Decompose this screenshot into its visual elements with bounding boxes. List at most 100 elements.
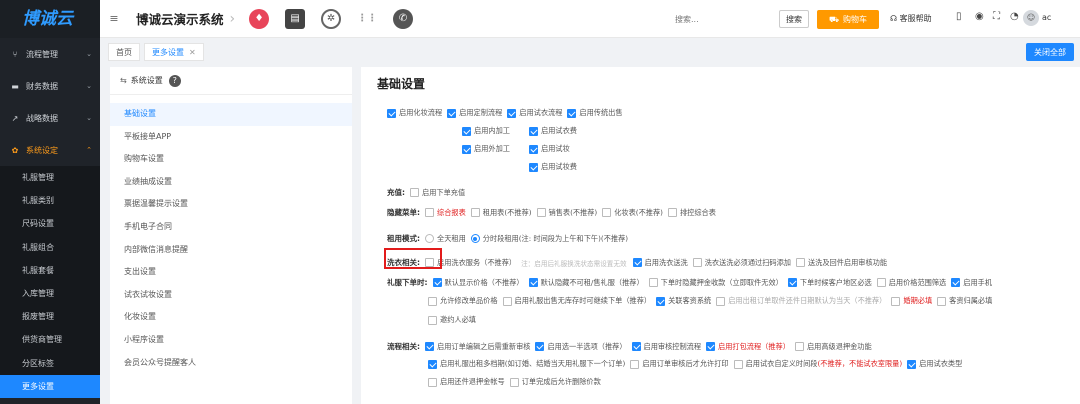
target-icon[interactable]: ◉ bbox=[975, 11, 984, 22]
submenu-item[interactable]: 礼服组合 bbox=[0, 236, 100, 259]
option-tryon-makeup-fee[interactable]: 启用试妆费 bbox=[529, 162, 577, 172]
nav-item[interactable]: 会员公众号提醒客人 bbox=[110, 352, 352, 375]
close-icon[interactable]: ✕ bbox=[189, 48, 196, 57]
checkbox[interactable] bbox=[470, 208, 480, 217]
cart-button[interactable]: ⛟ 购物车 bbox=[817, 10, 879, 29]
option-hide-deposit[interactable]: 下单时隐藏押金收款（立即取件无效） bbox=[648, 278, 783, 288]
option-show-price[interactable]: 默认显示价格（不推荐） bbox=[432, 278, 524, 288]
option-mobile[interactable]: 启用手机 bbox=[951, 278, 992, 288]
option-order-charge[interactable]: 启用下单充值 bbox=[410, 188, 465, 198]
clock-icon[interactable]: ◔ bbox=[1010, 11, 1019, 22]
checkbox[interactable] bbox=[794, 342, 804, 351]
option-hide-sale[interactable]: 销售表(不推荐) bbox=[536, 208, 597, 218]
option-internal-processing[interactable]: 启用内加工 bbox=[462, 126, 510, 136]
checkbox[interactable] bbox=[787, 278, 797, 287]
submenu-item[interactable]: 礼服套餐 bbox=[0, 259, 100, 282]
option-hide-makeup[interactable]: 化妆表(不推荐) bbox=[602, 208, 663, 218]
checkbox[interactable] bbox=[648, 278, 658, 287]
checkbox[interactable] bbox=[907, 359, 917, 369]
search-button[interactable]: 搜索 bbox=[779, 10, 809, 28]
submenu-item[interactable]: 报废管理 bbox=[0, 305, 100, 328]
checkbox[interactable] bbox=[951, 278, 961, 287]
option-tryon-fee[interactable]: 启用试衣费 bbox=[529, 126, 577, 136]
radio[interactable] bbox=[470, 234, 480, 243]
nav-item[interactable]: 手机电子合同 bbox=[110, 216, 352, 239]
checkbox[interactable] bbox=[462, 126, 471, 136]
checkbox[interactable] bbox=[535, 342, 545, 351]
document-icon[interactable]: ▤ bbox=[285, 8, 306, 29]
checkbox[interactable] bbox=[432, 278, 442, 287]
checkbox[interactable] bbox=[428, 359, 437, 369]
checkbox[interactable] bbox=[706, 342, 716, 351]
option-hide-unavailable[interactable]: 默认隐藏不可租/售礼服（推荐） bbox=[528, 278, 644, 288]
option-hide-report[interactable]: 综合报表 bbox=[425, 208, 466, 218]
menu-system-settings[interactable]: ✿ 系统设定 ⌃ bbox=[0, 134, 100, 166]
nav-item[interactable]: 小程序设置 bbox=[110, 329, 352, 352]
checkbox[interactable] bbox=[876, 278, 886, 287]
radio-time-slot[interactable]: 分时段租用(注: 时间段为上午和下午)(不推荐) bbox=[470, 234, 628, 244]
option-hide-rent[interactable]: 租用表(不推荐) bbox=[470, 208, 532, 218]
option-tryon-type[interactable]: 启用试衣类型 bbox=[907, 359, 962, 369]
option-print-after-audit[interactable]: 启用订单审核后才允许打印 bbox=[630, 359, 729, 369]
option-refund-account[interactable]: 启用还件退押金帐号 bbox=[428, 377, 505, 387]
submenu-item[interactable]: 礼服类别 bbox=[0, 189, 100, 212]
option-link-crm[interactable]: 关联客资系统 bbox=[656, 296, 711, 306]
checkbox[interactable] bbox=[425, 208, 434, 217]
checkbox[interactable] bbox=[632, 258, 642, 267]
checkbox[interactable] bbox=[507, 108, 517, 118]
submenu-item[interactable]: 尺码设置 bbox=[0, 212, 100, 235]
submenu-item[interactable]: 供货商管理 bbox=[0, 328, 100, 351]
tab-home[interactable]: 首页 bbox=[108, 43, 140, 61]
checkbox[interactable] bbox=[567, 108, 577, 118]
option-tryon-makeup[interactable]: 启用试妆 bbox=[529, 144, 570, 154]
menu-flow-management[interactable]: ⑂ 流程管理 ⌄ bbox=[0, 38, 100, 70]
option-custom-flow[interactable]: 启用定制流程 bbox=[447, 108, 502, 118]
checkbox[interactable] bbox=[529, 126, 538, 136]
checkbox[interactable] bbox=[716, 296, 726, 306]
option-multi-schedule[interactable]: 启用礼服出租多档期(如订婚、结婚当天用礼服下一个订单) bbox=[428, 359, 625, 369]
option-edit-item-price[interactable]: 允许修改单品价格 bbox=[428, 296, 498, 306]
radio[interactable] bbox=[425, 234, 434, 243]
nav-item[interactable]: 票据温馨提示设置 bbox=[110, 193, 352, 216]
option-tryon-flow[interactable]: 启用试衣流程 bbox=[507, 108, 562, 118]
checkbox[interactable] bbox=[509, 377, 519, 387]
close-all-button[interactable]: 关闭全部 bbox=[1026, 43, 1074, 61]
checkbox[interactable] bbox=[529, 162, 538, 172]
checkbox[interactable] bbox=[428, 377, 437, 387]
submenu-item[interactable]: 分区标签 bbox=[0, 352, 100, 375]
option-price-range[interactable]: 启用价格范围筛选 bbox=[876, 278, 946, 288]
radio-full-day[interactable]: 全天租用 bbox=[425, 234, 466, 244]
option-hide-schedule[interactable]: 排控综合表 bbox=[667, 208, 716, 218]
checkbox[interactable] bbox=[502, 296, 512, 306]
checkbox[interactable] bbox=[602, 208, 612, 217]
option-traditional-sale[interactable]: 启用传统出售 bbox=[567, 108, 623, 118]
nav-item[interactable]: 业绩抽成设置 bbox=[110, 171, 352, 194]
checkbox[interactable] bbox=[428, 296, 437, 306]
pinwheel-icon[interactable]: ✲ bbox=[321, 8, 342, 29]
nav-item[interactable]: 平板接单APP bbox=[110, 126, 352, 149]
fullscreen-icon[interactable]: ⛶ bbox=[993, 11, 1000, 22]
option-reaudit[interactable]: 启用订单编辑之后需重新审核 bbox=[425, 342, 530, 352]
user-name[interactable]: ac bbox=[1042, 13, 1051, 22]
option-audit-flow[interactable]: 启用审核控制流程 bbox=[631, 342, 701, 352]
submenu-item[interactable]: 入库管理 bbox=[0, 282, 100, 305]
nav-item[interactable]: 内部微信消息提醒 bbox=[110, 239, 352, 262]
option-sell-no-stock[interactable]: 启用礼服出售无库存时可继续下单（推荐） bbox=[502, 296, 651, 306]
checkbox[interactable] bbox=[937, 296, 947, 306]
checkbox[interactable] bbox=[795, 258, 805, 267]
checkbox[interactable] bbox=[528, 278, 538, 287]
checkbox[interactable] bbox=[891, 296, 901, 306]
option-custom-timeslot[interactable]: 启用试衣自定义时间段 (不推荐，不能试衣室限量) bbox=[733, 359, 902, 369]
checkbox[interactable] bbox=[733, 359, 743, 369]
option-half-select[interactable]: 启用选一半选项（推荐） bbox=[535, 342, 627, 352]
search-input[interactable] bbox=[675, 11, 775, 27]
option-delete-payment[interactable]: 订单完成后允许删除价款 bbox=[509, 377, 601, 387]
fire-icon[interactable]: ♦ bbox=[249, 8, 270, 29]
option-wash-audit[interactable]: 送洗及回件启用审核功能 bbox=[795, 258, 887, 268]
mobile-icon[interactable]: ▯ bbox=[956, 11, 962, 22]
option-default-today[interactable]: 启用出租订单取件还件日期默认为当天（不推荐） bbox=[716, 296, 886, 306]
option-inviter-required[interactable]: 邀约人必填 bbox=[428, 315, 476, 325]
checkbox[interactable] bbox=[692, 258, 702, 267]
menu-finance[interactable]: ▬ 财务数据 ⌄ bbox=[0, 70, 100, 102]
nav-item-basic-settings[interactable]: 基础设置 bbox=[110, 103, 352, 126]
